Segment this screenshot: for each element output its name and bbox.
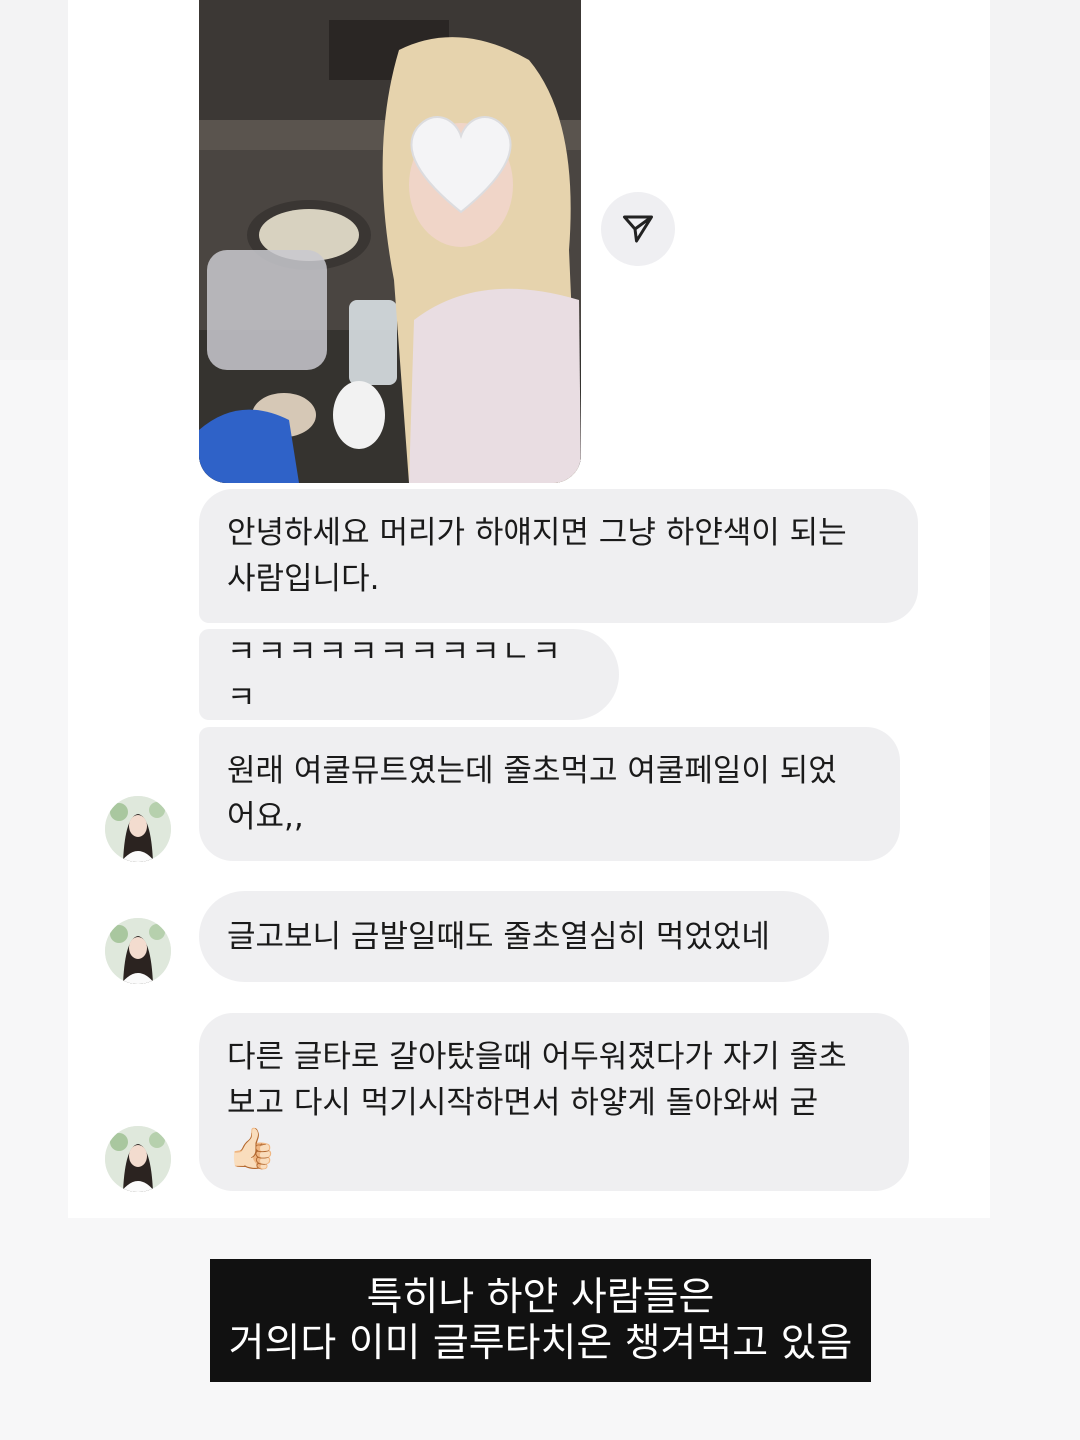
- message-bubble[interactable]: 글고보니 금발일때도 줄초열심히 먹었었네: [199, 891, 829, 982]
- share-button[interactable]: [601, 192, 675, 266]
- message-bubble[interactable]: 원래 여쿨뮤트였는데 줄초먹고 여쿨페일이 되었 어요,,: [199, 727, 900, 861]
- paper-plane-icon: [623, 215, 653, 243]
- caption-line: 특히나 하얀 사람들은: [366, 1274, 715, 1320]
- message-text: 안녕하세요 머리가 하얘지면 그냥 하얀색이 되는 사람입니다.: [227, 515, 847, 597]
- avatar[interactable]: [105, 796, 171, 862]
- message-bubble[interactable]: 안녕하세요 머리가 하얘지면 그냥 하얀색이 되는 사람입니다.: [199, 489, 918, 623]
- message-bubble[interactable]: ㅋㅋㅋㅋㅋㅋㅋㅋㅋㄴㅋㅋ: [199, 629, 619, 720]
- avatar[interactable]: [105, 918, 171, 984]
- message-text: 원래 여쿨뮤트였는데 줄초먹고 여쿨페일이 되었 어요,,: [227, 753, 837, 835]
- thumbs-up-icon: 👍🏻: [227, 1126, 277, 1172]
- message-bubble[interactable]: 다른 글타로 갈아탔을때 어두워졌다가 자기 줄초 보고 다시 먹기시작하면서 …: [199, 1013, 909, 1191]
- avatar[interactable]: [105, 1126, 171, 1192]
- shared-photo[interactable]: [199, 0, 581, 483]
- caption-line: 거의다 이미 글루타치온 챙겨먹고 있음: [228, 1320, 853, 1366]
- caption-box: 특히나 하얀 사람들은 거의다 이미 글루타치온 챙겨먹고 있음: [210, 1259, 871, 1382]
- message-text: 다른 글타로 갈아탔을때 어두워졌다가 자기 줄초 보고 다시 먹기시작하면서 …: [227, 1039, 847, 1121]
- message-text: 글고보니 금발일때도 줄초열심히 먹었었네: [227, 918, 770, 955]
- message-text: ㅋㅋㅋㅋㅋㅋㅋㅋㅋㄴㅋㅋ: [227, 633, 563, 716]
